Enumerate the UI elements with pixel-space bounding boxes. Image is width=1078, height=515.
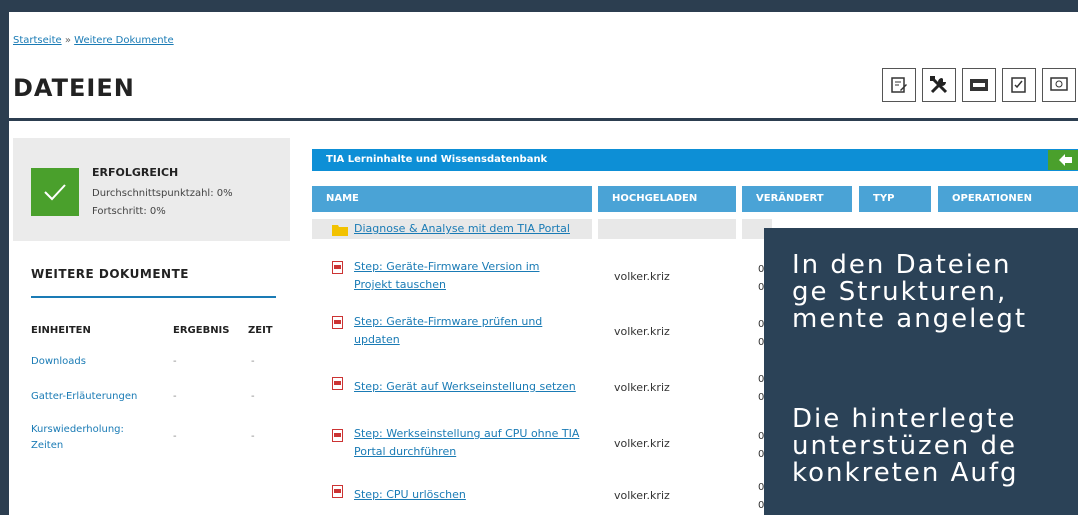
unit-link-kurswiederholung[interactable]: Kurswiederholung: Zeiten [31, 422, 141, 454]
tools-icon [930, 76, 948, 94]
window-left-border [0, 0, 9, 515]
column-header-name[interactable]: NAME [312, 186, 592, 212]
pdf-file-icon [332, 485, 343, 498]
folder-link[interactable]: Diagnose & Analyse mit dem TIA Portal [354, 220, 570, 238]
column-header-type[interactable]: TYP [859, 186, 931, 212]
checklist-button[interactable] [1002, 68, 1036, 102]
breadcrumb-separator: » [64, 35, 71, 46]
screen-button[interactable] [1042, 68, 1076, 102]
documents-title: WEITERE DOKUMENTE [31, 267, 189, 281]
column-header-changed[interactable]: VERÄNDERT [742, 186, 852, 212]
folder-row-cell [598, 219, 736, 239]
pdf-file-icon [332, 261, 343, 274]
unit-time: - [251, 356, 255, 367]
documents-panel: WEITERE DOKUMENTE EINHEITEN ERGEBNIS ZEI… [13, 241, 290, 515]
file-link[interactable]: Step: Geräte-Firmware prüfen und updaten [354, 313, 542, 349]
pdf-file-icon [332, 377, 343, 390]
tools-button[interactable] [922, 68, 956, 102]
breadcrumb: Startseite » Weitere Dokumente [13, 35, 174, 46]
uploader-name: volker.kriz [614, 381, 670, 394]
status-card: ERFOLGREICH Durchschnittspunktzahl: 0% F… [13, 138, 290, 238]
progress-text: Fortschritt: 0% [92, 206, 166, 217]
folder-icon [332, 225, 348, 236]
column-header-result: ERGEBNIS [173, 325, 230, 336]
info-overlay: In den Dateien ge Strukturen, mente ange… [764, 228, 1078, 515]
edit-note-icon [891, 77, 907, 93]
checklist-icon [1011, 77, 1026, 93]
unit-result: - [173, 431, 177, 442]
table-title: TIA Lerninhalte und Wissensdatenbank [326, 154, 548, 165]
breadcrumb-home-link[interactable]: Startseite [13, 35, 62, 46]
file-link[interactable]: Step: Werkseinstellung auf CPU ohne TIA … [354, 425, 579, 461]
unit-link-downloads[interactable]: Downloads [31, 354, 86, 370]
file-link[interactable]: Step: Gerät auf Werkseinstellung setzen [354, 378, 576, 396]
back-arrow-icon [1059, 154, 1072, 166]
unit-time: - [251, 431, 255, 442]
status-title: ERFOLGREICH [92, 166, 179, 179]
edit-note-button[interactable] [882, 68, 916, 102]
column-header-operations[interactable]: OPERATIONEN [938, 186, 1078, 212]
screen-icon [1050, 77, 1068, 91]
badge-icon [970, 79, 988, 91]
uploader-name: volker.kriz [614, 270, 670, 283]
unit-time: - [251, 391, 255, 402]
page-title: DATEIEN [13, 74, 135, 102]
column-header-time: ZEIT [248, 325, 273, 336]
unit-result: - [173, 356, 177, 367]
pdf-file-icon [332, 429, 343, 442]
overlay-paragraph-1: In den Dateien ge Strukturen, mente ange… [792, 250, 1028, 334]
badge-button[interactable] [962, 68, 996, 102]
file-link[interactable]: Step: Geräte-Firmware Version im Projekt… [354, 258, 539, 294]
overlay-paragraph-2: Die hinterlegte unterstüzen de konkreten… [792, 404, 1019, 488]
window-top-border [0, 0, 1078, 12]
back-button[interactable] [1048, 150, 1078, 170]
uploader-name: volker.kriz [614, 437, 670, 450]
breadcrumb-current-link[interactable]: Weitere Dokumente [74, 35, 173, 46]
toolbar [882, 68, 1076, 102]
unit-result: - [173, 391, 177, 402]
uploader-name: volker.kriz [614, 325, 670, 338]
uploader-name: volker.kriz [614, 489, 670, 502]
title-divider [9, 118, 1078, 121]
sidebar: ERFOLGREICH Durchschnittspunktzahl: 0% F… [13, 138, 290, 515]
table-title-bar: TIA Lerninhalte und Wissensdatenbank [312, 149, 1078, 171]
documents-underline [31, 296, 276, 298]
file-link[interactable]: Step: CPU urlöschen [354, 486, 466, 504]
pdf-file-icon [332, 316, 343, 329]
check-icon [44, 184, 66, 201]
unit-link-gatter[interactable]: Gatter-Erläuterungen [31, 389, 137, 405]
column-header-uploaded[interactable]: HOCHGELADEN [598, 186, 736, 212]
average-score: Durchschnittspunktzahl: 0% [92, 188, 233, 199]
success-badge [31, 168, 79, 216]
column-header-units: EINHEITEN [31, 325, 91, 336]
